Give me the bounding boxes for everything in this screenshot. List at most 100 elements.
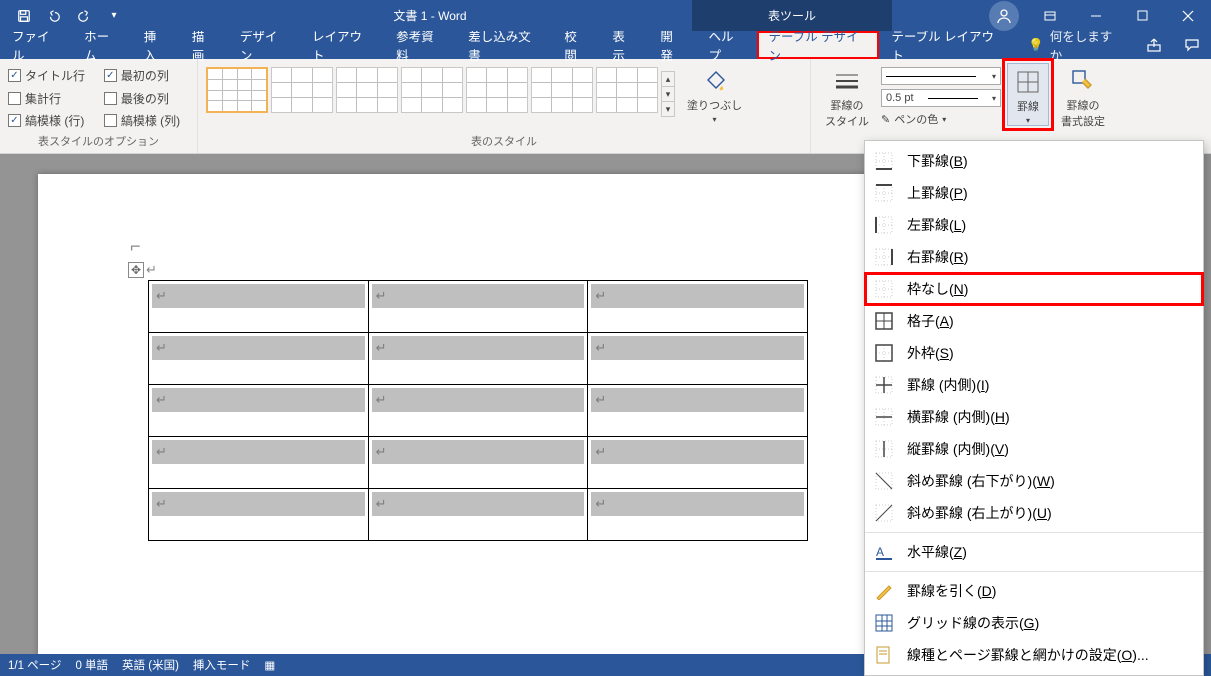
menu-item-draw[interactable]: 罫線を引く(D) <box>865 575 1203 607</box>
menu-item-bottom[interactable]: 下罫線(B) <box>865 145 1203 177</box>
pen-weight-value: 0.5 pt <box>886 92 914 104</box>
menu-item-inside[interactable]: 罫線 (内側)(I) <box>865 369 1203 401</box>
menu-item-grid[interactable]: グリッド線の表示(G) <box>865 607 1203 639</box>
table-cell[interactable]: ↵ <box>588 489 808 541</box>
tab-insert[interactable]: 挿入 <box>132 31 180 59</box>
shading-button[interactable]: 塗りつぶし ▾ <box>681 63 748 124</box>
group-label: 表スタイルのオプション <box>8 133 189 151</box>
table-style-thumb[interactable] <box>206 67 268 113</box>
menu-item-box[interactable]: 外枠(S) <box>865 337 1203 369</box>
table-style-thumb[interactable] <box>271 67 333 113</box>
table-cell[interactable]: ↵ <box>368 385 588 437</box>
svg-text:A: A <box>876 545 884 559</box>
gallery-more-icon[interactable]: ▾ <box>662 102 674 116</box>
table-cell[interactable]: ↵ <box>588 333 808 385</box>
pen-color-button[interactable]: ✎ペンの色▾ <box>881 111 1001 127</box>
chk-total-row[interactable]: 集計行 <box>8 90 94 107</box>
table-cell[interactable]: ↵ <box>149 489 369 541</box>
table-cell[interactable]: ↵ <box>368 333 588 385</box>
chk-banded-row[interactable]: ✓縞模様 (行) <box>8 112 94 129</box>
table-cell[interactable]: ↵ <box>149 385 369 437</box>
redo-button[interactable] <box>70 2 98 30</box>
close-button[interactable] <box>1165 1 1211 31</box>
maximize-button[interactable] <box>1119 1 1165 31</box>
menu-item-hline[interactable]: A水平線(Z) <box>865 536 1203 568</box>
menu-item-none[interactable]: 枠なし(N) <box>865 273 1203 305</box>
table-style-gallery[interactable]: ▴▾▾ <box>206 63 675 117</box>
tell-me-search[interactable]: 💡 何をしますか <box>1014 31 1135 59</box>
menu-item-diag_up[interactable]: 斜め罫線 (右上がり)(U) <box>865 497 1203 529</box>
table-cell[interactable]: ↵ <box>588 437 808 489</box>
pen-style-select[interactable]: ▾ <box>881 67 1001 85</box>
border-style-button[interactable]: 罫線の スタイル <box>819 63 875 129</box>
tab-review[interactable]: 校閲 <box>552 31 600 59</box>
ribbon-tabs: ファイル ホーム 挿入 描画 デザイン レイアウト 参考資料 差し込み文書 校閲… <box>0 31 1211 59</box>
tab-file[interactable]: ファイル <box>0 31 72 59</box>
chevron-up-icon[interactable]: ▴ <box>662 72 674 87</box>
chevron-down-icon[interactable]: ▾ <box>662 87 674 102</box>
table-style-thumb[interactable] <box>531 67 593 113</box>
status-lang[interactable]: 英語 (米国) <box>122 657 179 673</box>
menu-item-inside_v[interactable]: 縦罫線 (内側)(V) <box>865 433 1203 465</box>
menu-item-all[interactable]: 格子(A) <box>865 305 1203 337</box>
qat-customize-icon[interactable]: ▾ <box>100 2 128 30</box>
status-page[interactable]: 1/1 ページ <box>8 657 61 673</box>
tab-developer[interactable]: 開発 <box>648 31 696 59</box>
menu-item-inside_h[interactable]: 横罫線 (内側)(H) <box>865 401 1203 433</box>
table-cell[interactable]: ↵ <box>368 489 588 541</box>
table-style-thumb[interactable] <box>401 67 463 113</box>
border-box-icon <box>875 344 893 362</box>
status-words[interactable]: 0 単語 <box>75 657 108 673</box>
table-style-thumb[interactable] <box>466 67 528 113</box>
border-top-icon <box>875 184 893 202</box>
share-button[interactable] <box>1135 37 1173 53</box>
undo-button[interactable] <box>40 2 68 30</box>
checkbox-icon: ✓ <box>104 69 117 82</box>
gallery-scroll[interactable]: ▴▾▾ <box>661 71 675 117</box>
save-button[interactable] <box>10 2 38 30</box>
table-cell[interactable]: ↵ <box>149 437 369 489</box>
pen-weight-select[interactable]: 0.5 pt▾ <box>881 89 1001 107</box>
chk-banded-col[interactable]: 縞模様 (列) <box>104 112 189 129</box>
tab-design[interactable]: デザイン <box>228 31 300 59</box>
menu-item-right[interactable]: 右罫線(R) <box>865 241 1203 273</box>
tab-help[interactable]: ヘルプ <box>696 31 756 59</box>
pen-color-label: ペンの色 <box>894 111 938 127</box>
table-cell[interactable]: ↵ <box>368 437 588 489</box>
account-icon[interactable] <box>989 1 1019 31</box>
tab-mailings[interactable]: 差し込み文書 <box>456 31 552 59</box>
menu-item-dialog[interactable]: 線種とページ罫線と網かけの設定(O)... <box>865 639 1203 671</box>
menu-item-diag_down[interactable]: 斜め罫線 (右下がり)(W) <box>865 465 1203 497</box>
chk-last-col[interactable]: 最後の列 <box>104 90 189 107</box>
tab-view[interactable]: 表示 <box>600 31 648 59</box>
comments-button[interactable] <box>1173 37 1211 53</box>
tab-home[interactable]: ホーム <box>72 31 132 59</box>
table-cell[interactable]: ↵ <box>149 281 369 333</box>
border-style-label: 罫線の スタイル <box>825 97 869 129</box>
table-cell[interactable]: ↵ <box>368 281 588 333</box>
menu-item-top[interactable]: 上罫線(P) <box>865 177 1203 209</box>
table-style-thumb[interactable] <box>336 67 398 113</box>
status-mode[interactable]: 挿入モード <box>193 657 251 673</box>
borders-button[interactable]: 罫線 ▾ <box>1007 63 1049 126</box>
chk-title-row[interactable]: ✓タイトル行 <box>8 67 94 84</box>
checkbox-icon: ✓ <box>8 114 21 127</box>
menu-item-label: 左罫線(L) <box>907 215 966 235</box>
table-move-handle[interactable]: ✥ <box>128 262 144 278</box>
tab-draw[interactable]: 描画 <box>180 31 228 59</box>
table-style-thumb[interactable] <box>596 67 658 113</box>
border-painter-button[interactable]: 罫線の 書式設定 <box>1055 63 1111 129</box>
table-cell[interactable]: ↵ <box>149 333 369 385</box>
table-cell[interactable]: ↵ <box>588 385 808 437</box>
tab-references[interactable]: 参考資料 <box>384 31 456 59</box>
border-right-icon <box>875 248 893 266</box>
tab-table-layout[interactable]: テーブル レイアウト <box>879 31 1014 59</box>
tab-layout[interactable]: レイアウト <box>300 31 384 59</box>
chevron-down-icon: ▾ <box>942 115 946 124</box>
status-macro-icon[interactable]: ▦ <box>264 658 275 672</box>
menu-item-left[interactable]: 左罫線(L) <box>865 209 1203 241</box>
chk-first-col[interactable]: ✓最初の列 <box>104 67 189 84</box>
tab-table-design[interactable]: テーブル デザイン <box>757 31 880 59</box>
document-table[interactable]: ↵↵↵ ↵↵↵ ↵↵↵ ↵↵↵ ↵↵↵ <box>148 280 808 541</box>
table-cell[interactable]: ↵ <box>588 281 808 333</box>
